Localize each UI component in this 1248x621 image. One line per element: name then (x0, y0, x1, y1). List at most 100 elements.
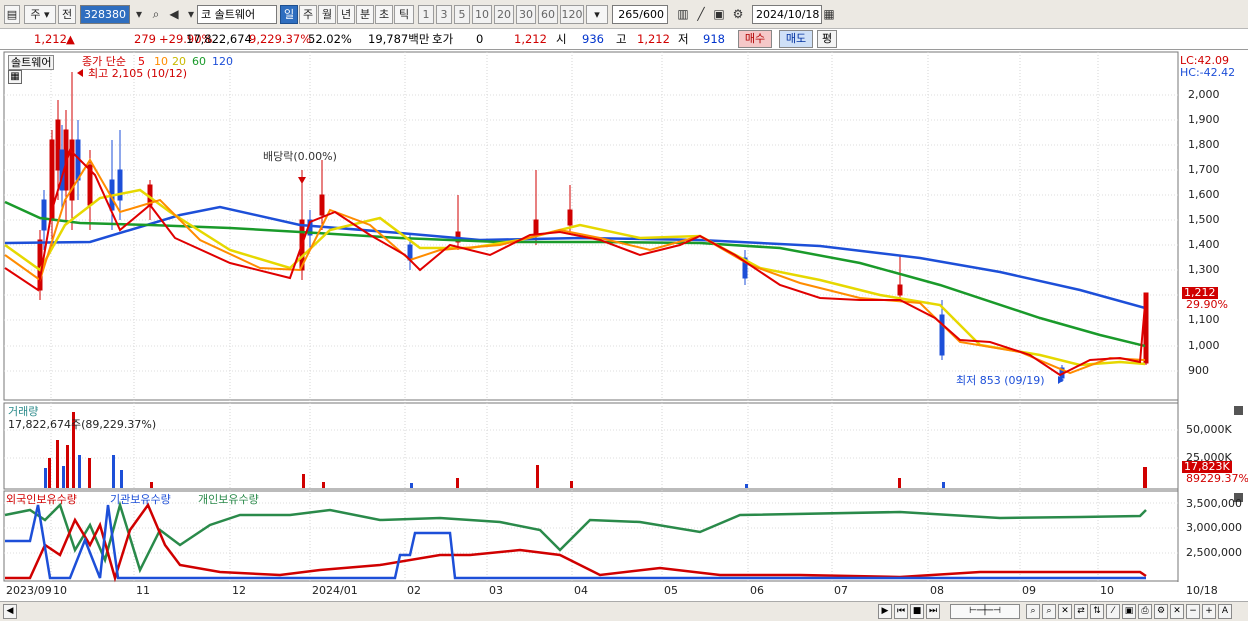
volume-pct: 9,229.37% (249, 32, 312, 46)
scroll-end-icon[interactable]: ⏭ (926, 604, 940, 619)
interval-60[interactable]: 60 (538, 5, 558, 24)
fit-y-icon[interactable]: ⇅ (1090, 604, 1104, 619)
volume-y-tick: 50,000K (1186, 423, 1232, 436)
calculator-icon[interactable]: ▦ (8, 70, 22, 84)
speaker-icon[interactable]: ◀ (166, 5, 182, 24)
high-value: 1,212 (637, 32, 670, 46)
y-tick: 1,700 (1188, 163, 1220, 176)
line-icon[interactable]: ⁄ (1106, 604, 1120, 619)
fit-icon[interactable]: ⇄ (1074, 604, 1088, 619)
scroll-left-icon[interactable]: ◀ (3, 604, 17, 619)
layout-icon[interactable]: ▤ (4, 5, 20, 24)
open-label: 시 (556, 32, 567, 46)
x-tick: 05 (664, 584, 678, 597)
current-price: 1,212 (34, 32, 67, 46)
low-annotation: 최저 853 (09/19) (956, 374, 1045, 387)
buy-button[interactable]: 매수 (738, 30, 772, 48)
stock-name-prefix: 코 (201, 8, 212, 21)
period-second[interactable]: 초 (375, 5, 393, 24)
sell-button[interactable]: 매도 (779, 30, 813, 48)
amount-value: 19,787백만 (368, 32, 430, 46)
market-type-label: 주 (30, 8, 41, 21)
period-month[interactable]: 월 (318, 5, 336, 24)
y-tick: 1,800 (1188, 138, 1220, 151)
print-icon[interactable]: ⎙ (1138, 604, 1152, 619)
search-icon[interactable]: ⌕ (148, 5, 164, 24)
period-minute[interactable]: 분 (356, 5, 374, 24)
delete-icon[interactable]: ✕ (1170, 604, 1184, 619)
draw-tool-icon[interactable]: ╱ (693, 5, 709, 24)
current-pct-tag: 29.90% (1186, 298, 1228, 311)
stock-code-input[interactable]: 328380 (80, 5, 130, 24)
eval-button[interactable]: 평 (817, 30, 837, 48)
x-tick: 12 (232, 584, 246, 597)
scroll-start-icon[interactable]: ⏮ (894, 604, 908, 619)
interval-dropdown[interactable]: ▾ (586, 5, 608, 24)
count-field[interactable]: 265/600 (612, 5, 668, 24)
code-dropdown-icon[interactable]: ▾ (131, 5, 147, 24)
ma120-label: 120 (212, 55, 233, 68)
y-tick: 1,300 (1188, 263, 1220, 276)
hoga-price: 1,212 (514, 32, 547, 46)
interval-120[interactable]: 120 (560, 5, 584, 24)
date-input[interactable]: 2024/10/18 (752, 5, 822, 24)
period-tick[interactable]: 틱 (394, 5, 414, 24)
y-tick: 2,000 (1188, 88, 1220, 101)
legend-foreign: 외국인보유수량 (6, 493, 77, 506)
high-label: 고 (616, 32, 627, 46)
calendar-icon[interactable]: ▦ (821, 5, 837, 24)
interval-5[interactable]: 5 (454, 5, 470, 24)
close-icon[interactable] (1234, 406, 1243, 415)
legend-institution: 기관보유수량 (110, 493, 171, 506)
stock-chart[interactable] (0, 51, 1248, 601)
stock-name-tag[interactable]: 솔트웨어 (8, 55, 55, 70)
stop-icon[interactable]: ■ (910, 604, 924, 619)
hc-label: HC:-42.42 (1180, 66, 1236, 79)
x-tick: 08 (930, 584, 944, 597)
prev-button[interactable]: 전 (58, 5, 76, 24)
ratio-value: 52.02% (308, 32, 352, 46)
holding-y-tick: 2,500,000 (1186, 546, 1242, 559)
period-year[interactable]: 년 (337, 5, 355, 24)
minus-icon[interactable]: − (1186, 604, 1200, 619)
hoga-label: 호가 (432, 32, 454, 46)
text-size-icon[interactable]: A (1218, 604, 1232, 619)
interval-30[interactable]: 30 (516, 5, 536, 24)
scroll-right-icon[interactable]: ▶ (878, 604, 892, 619)
save-icon[interactable]: ▣ (711, 5, 727, 24)
candle-type-icon[interactable]: ▥ (675, 5, 691, 24)
interval-1[interactable]: 1 (418, 5, 434, 24)
x-tick: 06 (750, 584, 764, 597)
zoom-slider[interactable]: ⊢─┼─⊣ (950, 604, 1020, 619)
period-day[interactable]: 일 (280, 5, 298, 24)
y-tick: 900 (1188, 364, 1209, 377)
x-tick: 2024/01 (312, 584, 358, 597)
volume-current-pct: 89229.37% (1186, 472, 1248, 485)
y-tick: 1,500 (1188, 213, 1220, 226)
volume-value-label: 17,822,674주(89,229.37%) (8, 418, 157, 431)
holding-y-tick: 3,500,000 (1186, 497, 1242, 510)
volume-value: 17,822,674 (186, 32, 252, 46)
period-week[interactable]: 주 (299, 5, 317, 24)
change-value: 279 (134, 32, 156, 46)
save-image-icon[interactable]: ▣ (1122, 604, 1136, 619)
interval-20[interactable]: 20 (494, 5, 514, 24)
settings-icon[interactable]: ⚙ (1154, 604, 1168, 619)
x-tick: 09 (1022, 584, 1036, 597)
x-tick: 07 (834, 584, 848, 597)
volume-panel-title: 거래량 (8, 405, 39, 418)
hoga-value: 0 (476, 32, 484, 46)
interval-3[interactable]: 3 (436, 5, 452, 24)
market-type-select[interactable]: 주 ▾ (24, 5, 56, 24)
zoom-icon[interactable]: ⌕ (1026, 604, 1040, 619)
crosshair-icon[interactable]: ✕ (1058, 604, 1072, 619)
plus-icon[interactable]: + (1202, 604, 1216, 619)
up-arrow-icon: ▲ (66, 32, 75, 46)
low-value: 918 (703, 32, 725, 46)
gear-icon[interactable]: ⚙ (730, 5, 746, 24)
interval-10[interactable]: 10 (472, 5, 492, 24)
x-tick: 02 (407, 584, 421, 597)
y-tick: 1,400 (1188, 238, 1220, 251)
count-total: /600 (639, 8, 664, 21)
zoom-reset-icon[interactable]: ⌕ (1042, 604, 1056, 619)
